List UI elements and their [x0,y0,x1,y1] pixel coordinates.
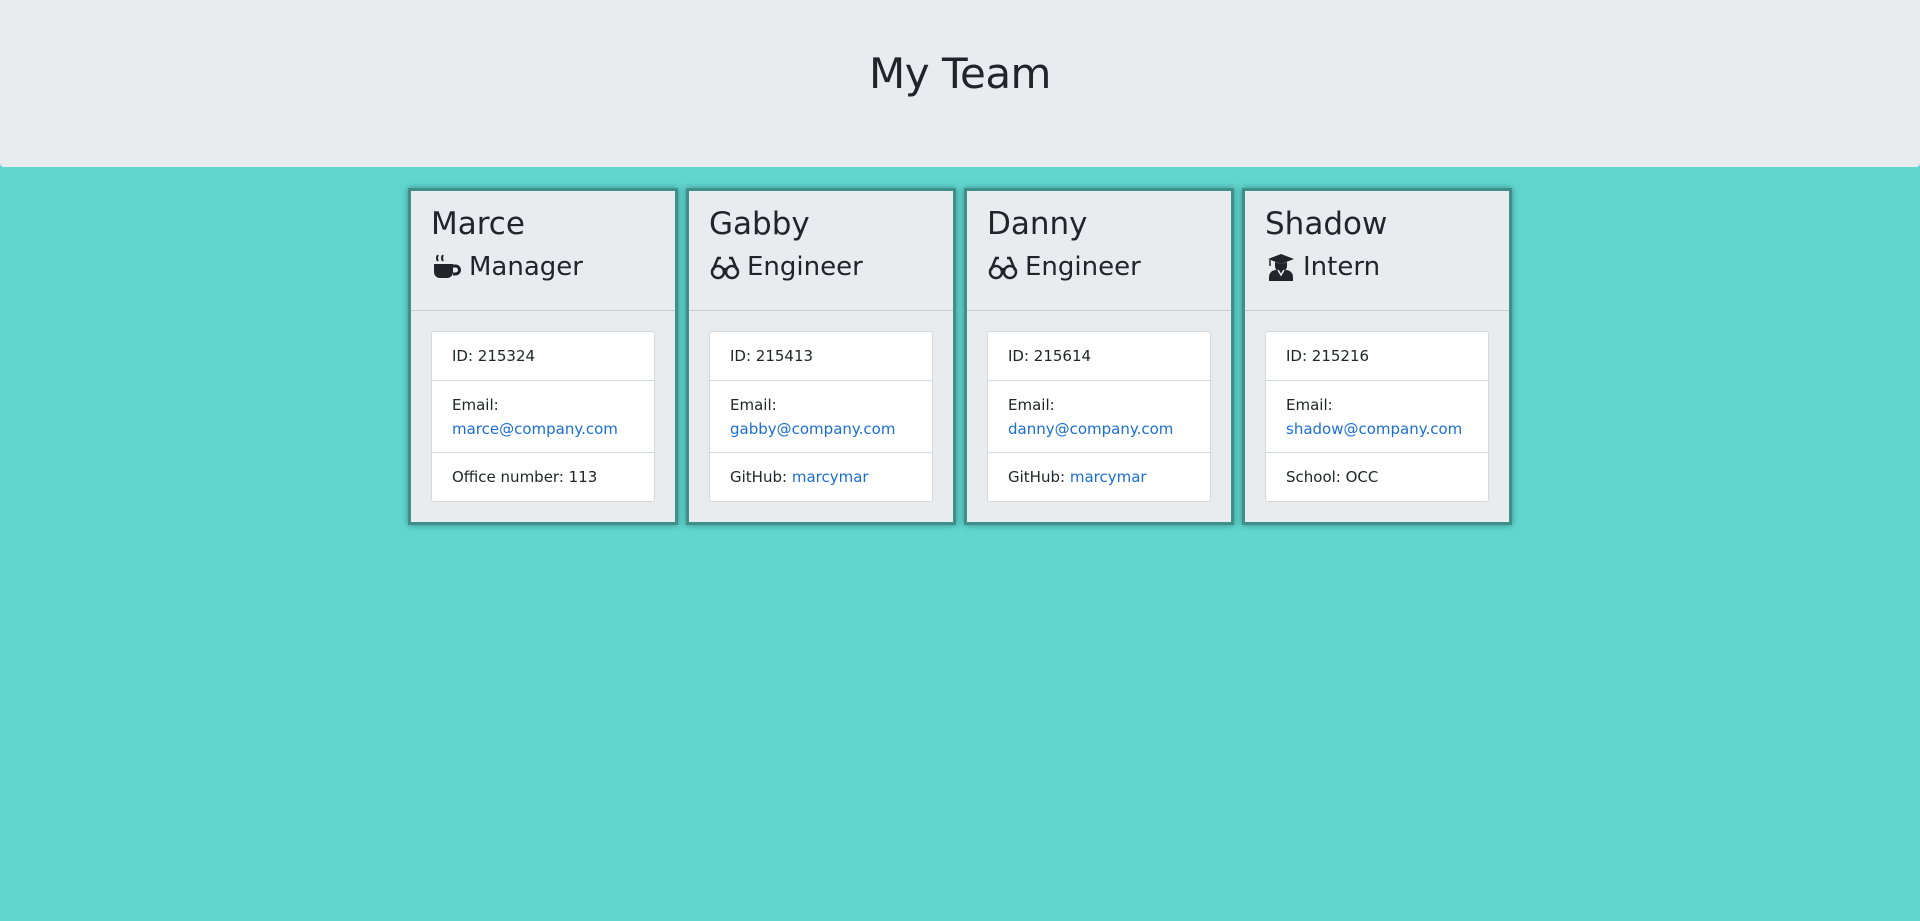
employee-id: ID: 215216 [1266,332,1488,381]
employee-card-engineer: Danny Engineer ID: 215614 Email: danny@c… [964,188,1234,525]
card-header: Gabby Engineer [689,191,953,311]
details-list: ID: 215413 Email: gabby@company.com GitH… [709,331,933,502]
card-body: ID: 215614 Email: danny@company.com GitH… [967,311,1231,502]
card-body: ID: 215216 Email: shadow@company.com Sch… [1245,311,1509,502]
employee-name: Marce [431,206,525,242]
github-label: GitHub: [730,468,788,486]
details-list: ID: 215614 Email: danny@company.com GitH… [987,331,1211,502]
email-link[interactable]: marce@company.com [452,417,634,441]
glasses-icon [987,252,1019,282]
school: School: OCC [1266,453,1488,501]
id-text: ID: 215324 [452,347,536,365]
glasses-icon [709,252,741,282]
card-header: Danny Engineer [967,191,1231,311]
employee-name: Danny [987,206,1088,242]
employee-id: ID: 215413 [710,332,932,381]
email-link[interactable]: shadow@company.com [1286,417,1468,441]
github: GitHub: marcymar [988,453,1210,501]
graduate-icon [1265,252,1297,282]
id-text: ID: 215413 [730,347,814,365]
email-label: Email: [452,395,499,414]
team-cards: Marce Manager ID: 215324 Email: marce@co… [404,184,1516,529]
id-text: ID: 215216 [1286,347,1370,365]
details-list: ID: 215216 Email: shadow@company.com Sch… [1265,331,1489,502]
page-header: My Team [0,0,1920,167]
office-number-text: Office number: 113 [452,468,598,486]
role-label: Engineer [747,252,863,282]
role-label: Manager [469,252,583,282]
github: GitHub: marcymar [710,453,932,501]
employee-role: Engineer [987,250,1211,284]
employee-card-manager: Marce Manager ID: 215324 Email: marce@co… [408,188,678,525]
card-header: Shadow Intern [1245,191,1509,311]
github-row: GitHub: marcymar [1008,465,1190,489]
employee-email: Email: shadow@company.com [1266,381,1488,453]
coffee-mug-icon [431,252,463,282]
github-link[interactable]: marcymar [792,468,869,486]
employee-role: Intern [1265,250,1489,284]
employee-email: Email: gabby@company.com [710,381,932,453]
employee-email: Email: danny@company.com [988,381,1210,453]
id-text: ID: 215614 [1008,347,1092,365]
email-label: Email: [1008,395,1055,414]
github-link[interactable]: marcymar [1070,468,1147,486]
email-link[interactable]: danny@company.com [1008,417,1190,441]
employee-id: ID: 215614 [988,332,1210,381]
employee-name: Gabby [709,206,810,242]
office-number: Office number: 113 [432,453,654,501]
email-link[interactable]: gabby@company.com [730,417,912,441]
role-label: Intern [1303,252,1381,282]
email-label: Email: [1286,395,1333,414]
page-title: My Team [869,49,1051,98]
github-row: GitHub: marcymar [730,465,912,489]
card-body: ID: 215324 Email: marce@company.com Offi… [411,311,675,502]
github-label: GitHub: [1008,468,1066,486]
school-text: School: OCC [1286,468,1379,486]
employee-card-engineer: Gabby Engineer ID: 215413 Email: gabby@c… [686,188,956,525]
details-list: ID: 215324 Email: marce@company.com Offi… [431,331,655,502]
employee-email: Email: marce@company.com [432,381,654,453]
employee-card-intern: Shadow Intern ID: 215216 Email: shadow@c… [1242,188,1512,525]
employee-name: Shadow [1265,206,1388,242]
email-label: Email: [730,395,777,414]
card-body: ID: 215413 Email: gabby@company.com GitH… [689,311,953,502]
employee-role: Manager [431,250,655,284]
role-label: Engineer [1025,252,1141,282]
card-header: Marce Manager [411,191,675,311]
employee-id: ID: 215324 [432,332,654,381]
employee-role: Engineer [709,250,933,284]
